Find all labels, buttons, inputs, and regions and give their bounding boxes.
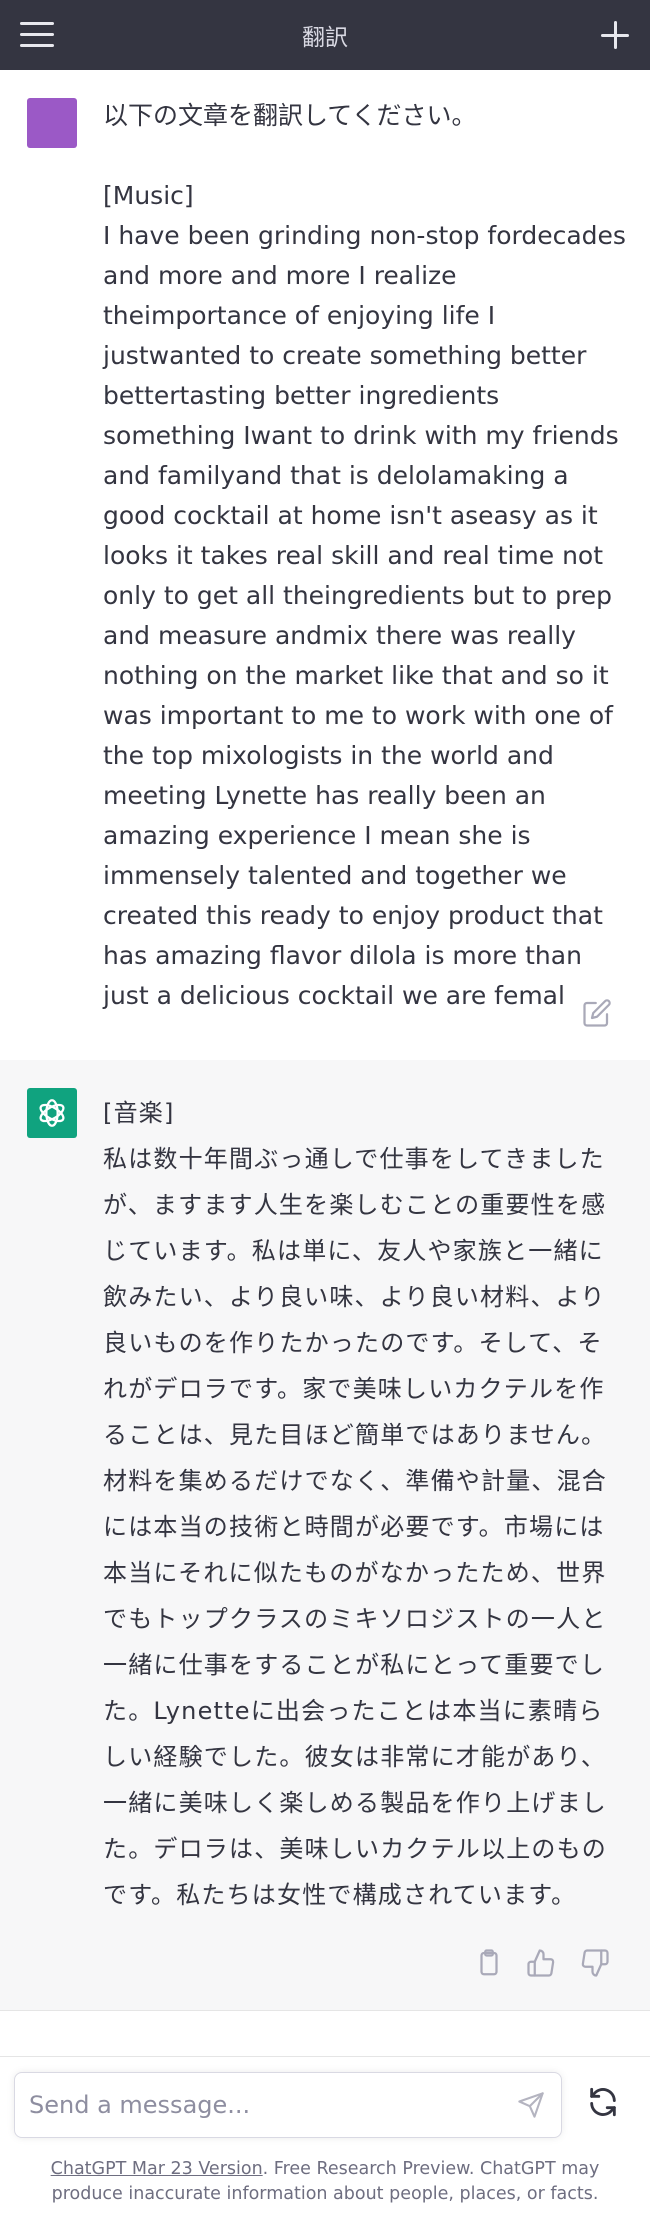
hamburger-menu-icon[interactable]	[20, 22, 54, 48]
assistant-message: [音楽] 私は数十年間ぶっ通しで仕事をしてきましたが、ますます人生を楽しむことの…	[0, 1060, 650, 2011]
clipboard-icon[interactable]	[474, 1948, 504, 1978]
version-link[interactable]: ChatGPT Mar 23 Version	[51, 2159, 263, 2179]
paper-plane-icon[interactable]	[517, 2091, 545, 2119]
footer-disclaimer: ChatGPT Mar 23 Version. Free Research Pr…	[20, 2157, 630, 2207]
top-bar: 翻訳	[0, 0, 650, 70]
assistant-message-text: [音楽] 私は数十年間ぶっ通しで仕事をしてきましたが、ますます人生を楽しむことの…	[103, 1099, 607, 1909]
page-title: 翻訳	[302, 25, 348, 51]
plus-icon[interactable]	[598, 18, 632, 52]
thumbs-down-icon[interactable]	[580, 1948, 610, 1978]
message-input[interactable]	[27, 2083, 501, 2127]
user-message-text: 以下の文章を翻訳してください。 [Music] I have been grin…	[103, 101, 626, 1010]
thumbs-up-icon[interactable]	[526, 1948, 556, 1978]
edit-pencil-icon[interactable]	[582, 998, 612, 1028]
user-message: 以下の文章を翻訳してください。 [Music] I have been grin…	[0, 70, 650, 1061]
composer-area: ChatGPT Mar 23 Version. Free Research Pr…	[0, 2056, 650, 2226]
refresh-icon[interactable]	[586, 2085, 620, 2119]
message-input-box	[14, 2072, 562, 2138]
openai-logo-icon	[27, 1088, 77, 1138]
user-avatar	[27, 98, 77, 148]
